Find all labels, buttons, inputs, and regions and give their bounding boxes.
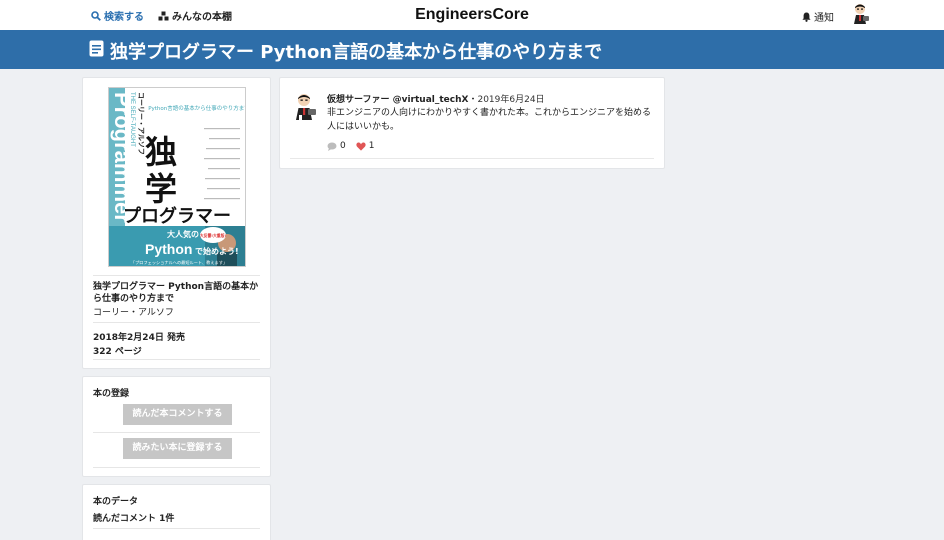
book-release-date: 2018年2月24日 発売 [93, 333, 185, 343]
reviewer-name[interactable]: 仮想サーファー @virtual_techX [327, 95, 468, 105]
nav-left-group: 検索する みんなの本棚 [91, 8, 246, 23]
cover-author-vertical: コーリー・アルソフ [137, 92, 145, 155]
registration-heading: 本の登録 [93, 389, 130, 399]
book-icon [89, 40, 104, 57]
bell-icon [802, 12, 811, 22]
cover-band-1: 大人気の [167, 229, 199, 239]
review-date: 2019年6月24日 [477, 95, 545, 105]
book-registration-card: 本の登録 読んだ本コメントする 読みたい本に登録する [82, 376, 271, 477]
read-comment-button[interactable]: 読んだ本コメントする [123, 404, 232, 425]
divider [93, 528, 260, 529]
comment-icon [327, 142, 337, 151]
book-data-card: 本のデータ 読んだコメント 1件 [82, 484, 271, 540]
cover-caption: 「プロフェッショナルへの最短ルート、教えます」 [131, 259, 227, 266]
search-link-label: 検索する [104, 12, 144, 23]
review-header: 仮想サーファー @virtual_techX・2019年6月24日 [327, 92, 545, 105]
like-count: 1 [368, 141, 375, 151]
book-cover-art: Programmer THE SELF-TAUGHT コーリー・アルソフ Pyt… [109, 88, 246, 266]
book-cover[interactable]: Programmer THE SELF-TAUGHT コーリー・アルソフ Pyt… [108, 87, 246, 267]
search-icon [91, 10, 101, 21]
cover-band-2: Python [145, 241, 192, 257]
book-info-card: Programmer THE SELF-TAUGHT コーリー・アルソフ Pyt… [82, 77, 271, 369]
notification-link[interactable]: 通知 [802, 9, 834, 24]
divider [93, 359, 260, 360]
divider [93, 322, 260, 323]
page-title-bar: 独学プログラマー Python言語の基本から仕事のやり方まで [0, 30, 944, 69]
search-link[interactable]: 検索する [91, 8, 144, 23]
book-title: 独学プログラマー Python言語の基本から仕事のやり方まで [93, 282, 259, 304]
brand-logo[interactable]: EngineersCore [415, 6, 529, 23]
book-author: コーリー・アルソフ [93, 308, 174, 318]
heart-icon [356, 142, 366, 151]
read-comments-count[interactable]: 読んだコメント 1件 [93, 511, 174, 524]
divider [93, 432, 260, 433]
shelf-link-label: みんなの本棚 [172, 12, 232, 23]
divider [93, 467, 260, 468]
book-data-heading: 本のデータ [93, 497, 139, 507]
page-title: 独学プログラマー Python言語の基本から仕事のやり方まで [110, 42, 603, 63]
reviewer-avatar[interactable] [292, 93, 318, 121]
bookshelf-icon [158, 11, 169, 20]
book-page-count: 322 ページ [93, 347, 142, 357]
cover-badge: 大反響!大重版! [200, 233, 227, 238]
cover-band-3: で始めよう! [195, 246, 239, 256]
user-avatar[interactable] [850, 3, 872, 25]
cover-subtitle: Python言語の基本から仕事のやり方まで [148, 104, 246, 112]
cover-kanji-1: 独 [145, 133, 177, 171]
comment-count: 0 [340, 141, 346, 151]
want-to-read-button[interactable]: 読みたい本に登録する [123, 438, 232, 459]
divider [290, 158, 654, 159]
top-navbar: 検索する みんなの本棚 EngineersCore 通知 [0, 0, 944, 30]
cover-kanji-2: 学 [145, 170, 177, 208]
review-actions: 0 1 [327, 141, 384, 151]
cover-series: THE SELF-TAUGHT [129, 92, 135, 147]
shelf-link[interactable]: みんなの本棚 [158, 8, 232, 23]
like-action[interactable]: 1 [356, 141, 375, 151]
notification-label: 通知 [814, 13, 834, 24]
review-text: 非エンジニアの人向けにわかりやすく書かれた本。これからエンジニアを始める人にはい… [327, 108, 652, 132]
cover-kana: プログラマー [123, 205, 231, 227]
comment-action[interactable]: 0 [327, 141, 346, 151]
review-card: 仮想サーファー @virtual_techX・2019年6月24日 非エンジニア… [279, 77, 665, 169]
divider [93, 275, 260, 276]
